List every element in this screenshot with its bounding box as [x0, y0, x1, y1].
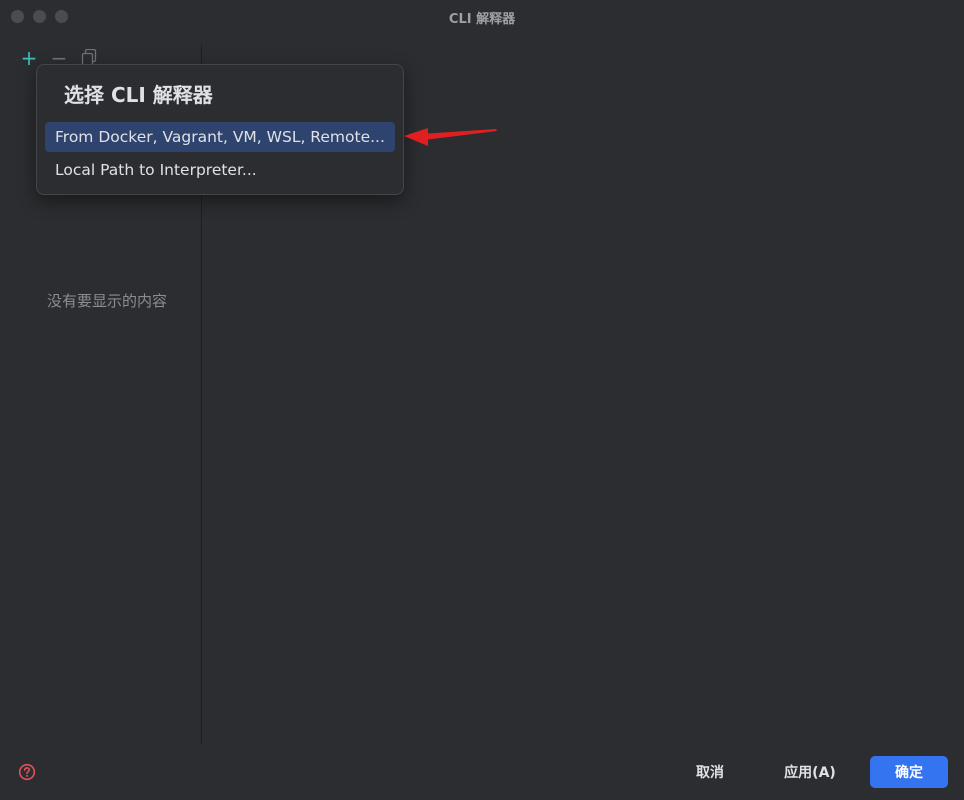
popup-title: 选择 CLI 解释器 — [64, 83, 213, 107]
menu-item-label: Local Path to Interpreter... — [55, 161, 257, 179]
choose-interpreter-popup: 选择 CLI 解释器 From Docker, Vagrant, VM, WSL… — [36, 64, 404, 195]
menu-item-from-docker-vagrant-vm-wsl-remote[interactable]: From Docker, Vagrant, VM, WSL, Remote... — [45, 122, 395, 152]
help-icon[interactable] — [18, 763, 36, 781]
title-bar: CLI 解释器 — [0, 0, 964, 32]
apply-button[interactable]: 应用(A) — [770, 756, 850, 788]
menu-item-label: From Docker, Vagrant, VM, WSL, Remote... — [55, 128, 385, 146]
window-title: CLI 解释器 — [448, 12, 516, 27]
ok-button[interactable]: 确定 — [870, 756, 948, 788]
menu-item-local-path[interactable]: Local Path to Interpreter... — [45, 155, 395, 185]
cli-interpreter-dialog: CLI 解释器 + − 没有要显示的内容 选择 CLI 解释器 From Doc… — [0, 0, 964, 800]
cancel-button[interactable]: 取消 — [680, 756, 740, 788]
annotation-arrow-icon — [404, 128, 497, 146]
plus-icon: + — [20, 46, 38, 70]
empty-list-text: 没有要显示的内容 — [46, 292, 167, 310]
